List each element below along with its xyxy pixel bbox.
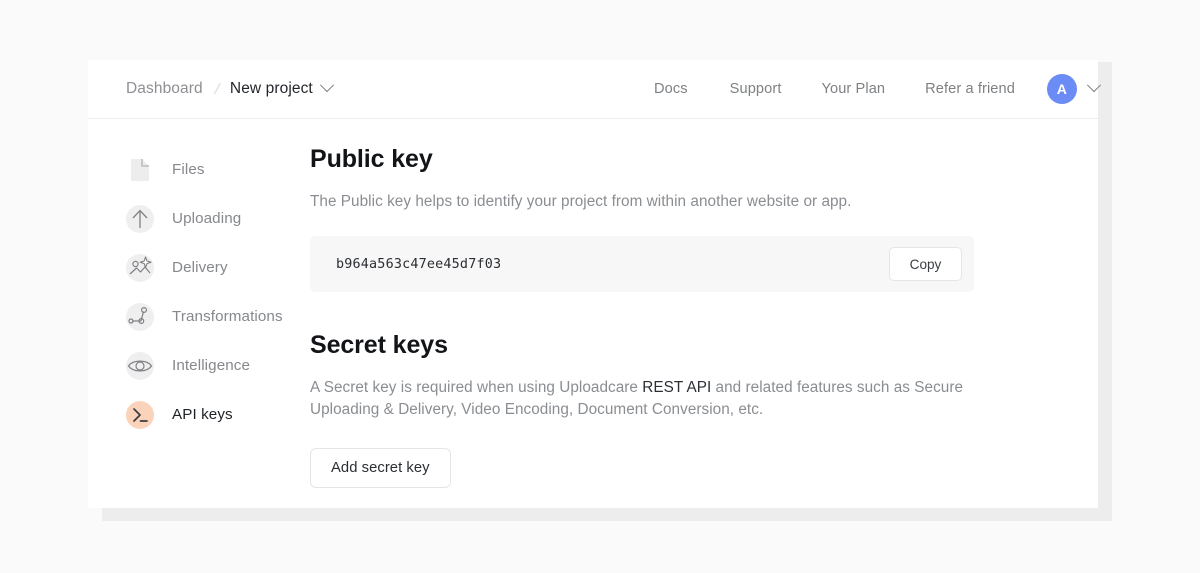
add-secret-key-button[interactable]: Add secret key — [310, 448, 451, 488]
sidebar-item-delivery[interactable]: Delivery — [126, 243, 303, 292]
breadcrumb-dashboard-link[interactable]: Dashboard — [126, 80, 203, 98]
sidebar-item-api-keys[interactable]: API keys — [126, 390, 303, 439]
top-navigation: Docs Support Your Plan Refer a friend A — [654, 60, 1102, 118]
sidebar-item-transformations[interactable]: Transformations — [126, 292, 303, 341]
sidebar: Files Uploading Delivery Transformations… — [88, 145, 303, 488]
breadcrumb-current-project[interactable]: New project — [230, 80, 313, 98]
sidebar-item-label: API keys — [172, 406, 233, 423]
nav-link-refer-a-friend[interactable]: Refer a friend — [925, 81, 1015, 97]
card-body: Files Uploading Delivery Transformations… — [88, 119, 1098, 488]
public-key-field: b964a563c47ee45d7f03 Copy — [310, 236, 974, 292]
main-content: Public key The Public key helps to ident… — [303, 145, 1098, 488]
sidebar-item-label: Intelligence — [172, 357, 251, 374]
eye-icon — [126, 351, 154, 380]
chevron-down-icon — [1086, 78, 1102, 93]
public-key-description: The Public key helps to identify your pr… — [310, 193, 852, 210]
breadcrumb: Dashboard / New project — [126, 78, 334, 98]
public-key-title: Public key — [310, 145, 433, 173]
chevron-down-icon — [319, 78, 334, 93]
terminal-prompt-icon — [126, 400, 154, 429]
card-header: Dashboard / New project Docs Support You… — [88, 60, 1102, 119]
sidebar-item-label: Files — [172, 161, 205, 178]
horizontal-scrollbar-track[interactable] — [102, 508, 1112, 521]
dashboard-card: Dashboard / New project Docs Support You… — [88, 60, 1102, 508]
secret-keys-description-part1: A Secret key is required when using Uplo… — [310, 379, 643, 396]
image-sparkle-icon — [126, 253, 154, 282]
secret-keys-description: A Secret key is required when using Uplo… — [310, 377, 970, 421]
rest-api-link[interactable]: REST API — [642, 379, 711, 396]
project-switcher-button[interactable] — [319, 78, 334, 98]
sidebar-item-label: Delivery — [172, 259, 228, 276]
copy-public-key-button[interactable]: Copy — [889, 247, 962, 281]
sidebar-item-label: Transformations — [172, 308, 283, 325]
upload-arrow-icon — [126, 204, 154, 233]
breadcrumb-separator: / — [212, 80, 222, 98]
sidebar-item-label: Uploading — [172, 210, 242, 227]
dashboard-card-wrapper: Dashboard / New project Docs Support You… — [88, 60, 1112, 521]
secret-keys-section: Secret keys A Secret key is required whe… — [310, 331, 1078, 488]
node-graph-icon — [126, 302, 154, 331]
sidebar-item-uploading[interactable]: Uploading — [126, 194, 303, 243]
avatar[interactable]: A — [1046, 74, 1077, 104]
nav-link-support[interactable]: Support — [730, 81, 782, 97]
secret-keys-title: Secret keys — [310, 331, 448, 359]
sidebar-item-intelligence[interactable]: Intelligence — [126, 341, 303, 390]
public-key-value[interactable]: b964a563c47ee45d7f03 — [336, 257, 501, 272]
nav-link-your-plan[interactable]: Your Plan — [821, 81, 885, 97]
nav-link-docs[interactable]: Docs — [654, 81, 688, 97]
vertical-scrollbar-track[interactable] — [1098, 62, 1112, 521]
account-menu-button[interactable] — [1086, 78, 1102, 98]
file-icon — [126, 156, 154, 184]
sidebar-item-files[interactable]: Files — [126, 145, 303, 194]
page-root: Dashboard / New project Docs Support You… — [0, 0, 1200, 573]
